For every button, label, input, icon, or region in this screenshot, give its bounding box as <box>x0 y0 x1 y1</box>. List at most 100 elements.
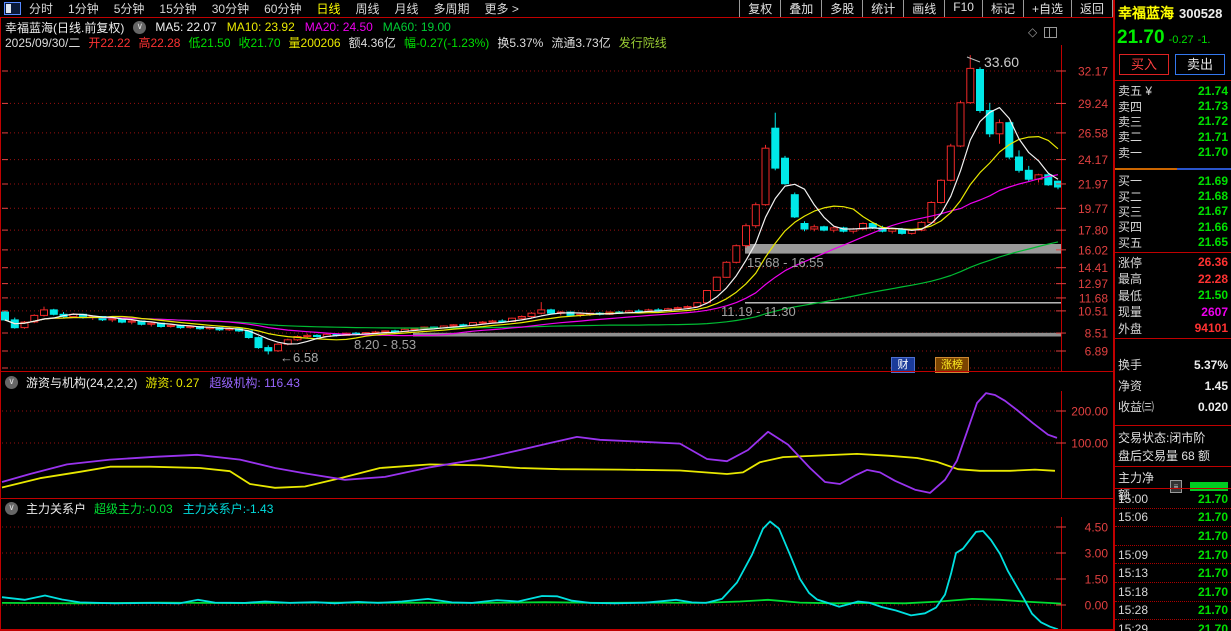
tab-1分钟[interactable]: 1分钟 <box>68 0 99 17</box>
svg-text:15.68 - 16.55: 15.68 - 16.55 <box>747 255 824 270</box>
panel2-values: 游资: 0.27超级机构: 116.43 <box>145 374 300 391</box>
quote-price[interactable]: 21.70 <box>1198 145 1228 159</box>
menu-F10[interactable]: F10 <box>944 0 982 18</box>
diamond-icon[interactable]: ◇ <box>1028 25 1037 39</box>
menu-标记[interactable]: 标记 <box>982 0 1023 18</box>
status-line: 盘后交易量 68 额 <box>1118 447 1231 464</box>
stat-row-最高: 最高22.28 <box>1118 271 1228 288</box>
quote-price[interactable]: 21.66 <box>1198 220 1228 234</box>
svg-text:8.51: 8.51 <box>1085 327 1109 341</box>
tab-5分钟[interactable]: 5分钟 <box>114 0 145 17</box>
split-window-icon[interactable] <box>1044 27 1057 38</box>
trade-time: 15:18 <box>1118 585 1148 599</box>
trade-row: 15:0621.70 <box>1115 508 1231 527</box>
chart-corner-icons: ◇ <box>1028 25 1057 39</box>
panel3-title: 主力关系户 <box>26 500 86 517</box>
panel-zhuli-chart[interactable]: 4.503.001.500.00 <box>2 517 1113 630</box>
bid-ask-divider <box>1115 168 1231 170</box>
svg-text:29.24: 29.24 <box>1078 97 1108 111</box>
ma-legend: MA5: 22.07MA10: 23.92MA20: 24.50MA60: 19… <box>155 20 451 34</box>
quote-row-买二[interactable]: 买二21.68 <box>1118 188 1228 203</box>
panel2-title: 游资与机构(24,2,2,2) <box>26 374 137 391</box>
quote-price[interactable]: 21.71 <box>1198 130 1228 144</box>
stat-label: 净资 <box>1118 377 1142 394</box>
menu-叠加[interactable]: 叠加 <box>780 0 821 18</box>
stat-row-收益㈢: 收益㈢0.020 <box>1118 396 1228 417</box>
tab-15分钟[interactable]: 15分钟 <box>159 0 196 17</box>
svg-text:21.97: 21.97 <box>1078 178 1108 192</box>
chevron-down-icon[interactable]: ∨ <box>133 21 146 34</box>
menu-divider <box>0 17 1113 18</box>
main-candlestick-chart[interactable]: 8.20 - 8.5315.68 - 16.5511.19 - 11.3033.… <box>2 45 1113 372</box>
svg-text:3.00: 3.00 <box>1085 547 1109 561</box>
period-menu: 分时 1分钟 5分钟 15分钟 30分钟 60分钟日线周线月线多周期更多 > <box>29 0 519 17</box>
price-row: 21.70-0.27-1. <box>1117 27 1210 49</box>
trade-row: 21.70 <box>1115 526 1231 545</box>
tab-多周期[interactable]: 多周期 <box>434 0 470 17</box>
quote-price[interactable]: 21.73 <box>1198 99 1228 113</box>
svg-text:10.51: 10.51 <box>1078 304 1108 318</box>
stock-name-row: 幸福蓝海300528 <box>1118 3 1222 23</box>
trade-row: 15:2821.70 <box>1115 601 1231 620</box>
quote-price[interactable]: 21.69 <box>1198 174 1228 188</box>
quote-row-卖五 ¥[interactable]: 卖五 ¥21.74 <box>1118 83 1228 98</box>
quote-row-卖一[interactable]: 卖一21.70 <box>1118 145 1228 160</box>
last-price: 21.70 <box>1117 27 1165 48</box>
menu-统计[interactable]: 统计 <box>862 0 903 18</box>
sell-button[interactable]: 卖出 <box>1175 54 1225 75</box>
quote-row-买四[interactable]: 买四21.66 <box>1118 219 1228 234</box>
svg-text:100.00: 100.00 <box>1071 437 1108 451</box>
menu-复权[interactable]: 复权 <box>739 0 780 18</box>
svg-text:14.41: 14.41 <box>1078 261 1108 275</box>
quote-row-买三[interactable]: 买三21.67 <box>1118 204 1228 219</box>
window-layout-icon[interactable] <box>4 2 21 15</box>
quote-row-卖四[interactable]: 卖四21.73 <box>1118 98 1228 113</box>
tab-更多 >[interactable]: 更多 > <box>485 0 519 17</box>
panel-youzi-jigou-chart[interactable]: 200.00100.00 <box>2 391 1113 498</box>
ma-value: MA10: 23.92 <box>227 20 295 34</box>
tab-分时[interactable]: 分时 <box>29 0 53 17</box>
ma-value: MA5: 22.07 <box>155 20 216 34</box>
menu-多股[interactable]: 多股 <box>821 0 862 18</box>
quote-row-买一[interactable]: 买一21.69 <box>1118 173 1228 188</box>
trade-price: 21.70 <box>1198 566 1228 580</box>
svg-text:8.20 - 8.53: 8.20 - 8.53 <box>354 337 416 352</box>
price-change: -0.27 <box>1169 34 1194 46</box>
tab-60分钟[interactable]: 60分钟 <box>264 0 301 17</box>
stat-value: 26.36 <box>1198 255 1228 269</box>
stat-value: 21.50 <box>1198 288 1228 302</box>
indicator-value: 超级机构: 116.43 <box>209 374 299 391</box>
svg-text:16.02: 16.02 <box>1078 243 1108 257</box>
quote-price[interactable]: 21.74 <box>1198 84 1228 98</box>
tab-周线[interactable]: 周线 <box>355 0 379 17</box>
quote-row-买五[interactable]: 买五21.65 <box>1118 235 1228 250</box>
tab-日线[interactable]: 日线 <box>316 0 340 17</box>
svg-text:26.58: 26.58 <box>1078 126 1108 140</box>
chart-header: 幸福蓝海(日线.前复权) ∨ MA5: 22.07MA10: 23.92MA20… <box>5 20 451 34</box>
menu-返回[interactable]: 返回 <box>1071 0 1113 18</box>
tab-月线[interactable]: 月线 <box>395 0 419 17</box>
trade-row: 15:0021.70 <box>1115 490 1231 508</box>
svg-text:24.17: 24.17 <box>1078 153 1108 167</box>
quote-price[interactable]: 21.65 <box>1198 235 1228 249</box>
quote-row-卖二[interactable]: 卖二21.71 <box>1118 129 1228 144</box>
indicator-value: 超级主力:-0.03 <box>94 500 173 517</box>
stat-label: 现量 <box>1118 303 1142 320</box>
stat-value: 5.37% <box>1194 358 1228 372</box>
chevron-down-icon[interactable]: ∨ <box>5 376 18 389</box>
trade-price: 21.70 <box>1198 622 1228 631</box>
panel3-values: 超级主力:-0.03主力关系户:-1.43 <box>94 500 273 517</box>
stat-row-涨停: 涨停26.36 <box>1118 254 1228 271</box>
ma-value: MA20: 24.50 <box>305 20 373 34</box>
quote-price[interactable]: 21.72 <box>1198 114 1228 128</box>
quote-price[interactable]: 21.67 <box>1198 204 1228 218</box>
stat-label: 最低 <box>1118 287 1142 304</box>
buy-button[interactable]: 买入 <box>1119 54 1169 75</box>
quote-price[interactable]: 21.68 <box>1198 189 1228 203</box>
svg-text:1.50: 1.50 <box>1085 573 1109 587</box>
quote-row-卖三[interactable]: 卖三21.72 <box>1118 114 1228 129</box>
tab-30分钟[interactable]: 30分钟 <box>212 0 249 17</box>
chevron-down-icon[interactable]: ∨ <box>5 502 18 515</box>
menu-+自选[interactable]: +自选 <box>1023 0 1071 18</box>
menu-画线[interactable]: 画线 <box>903 0 944 18</box>
